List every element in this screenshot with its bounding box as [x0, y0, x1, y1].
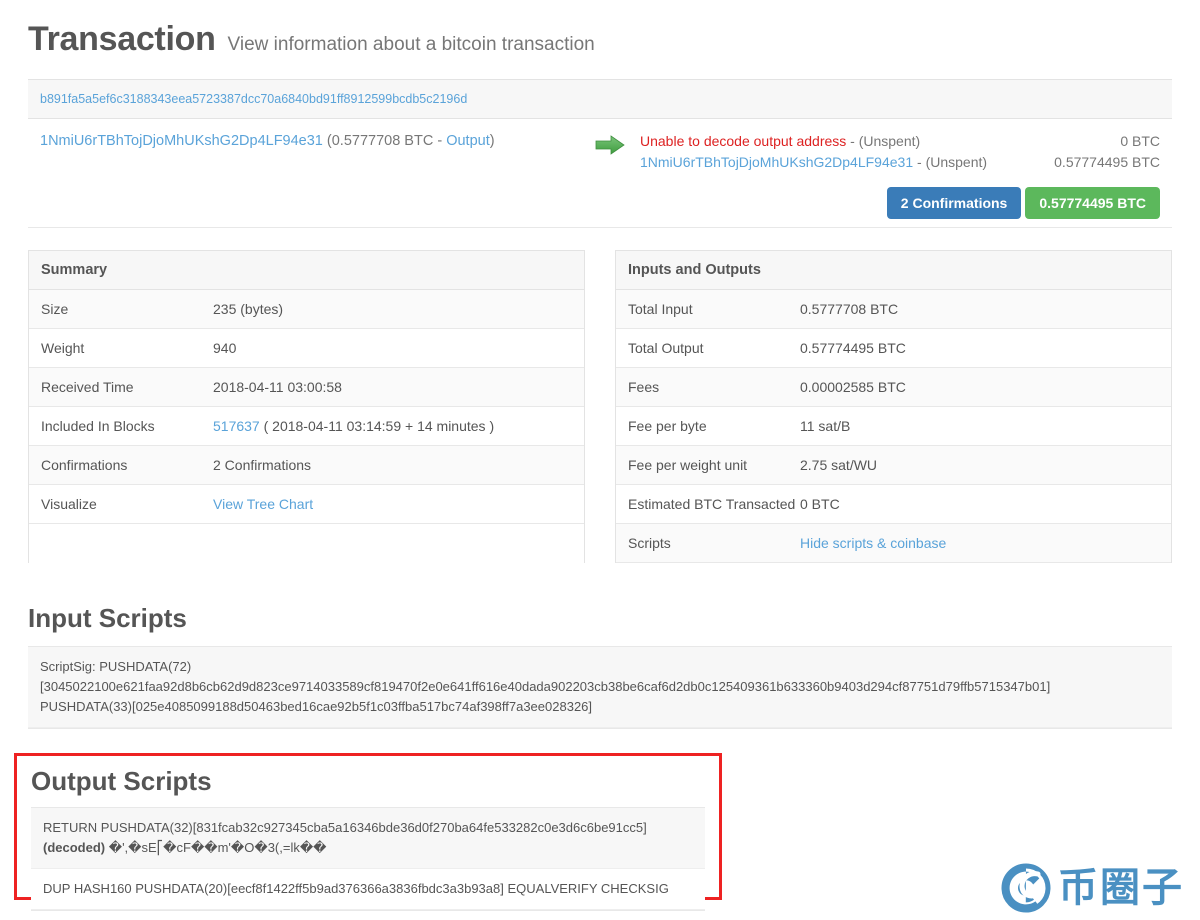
confirmations-badge[interactable]: 2 Confirmations — [886, 187, 1022, 219]
transaction-inputs: 1NmiU6rTBhTojDjoMhUKshG2Dp4LF94e31 (0.57… — [40, 131, 580, 152]
output-row: 1NmiU6rTBhTojDjoMhUKshG2Dp4LF94e31 - (Un… — [640, 152, 1160, 173]
row-key: Confirmations — [41, 457, 128, 473]
row-value: 11 sat/B — [800, 418, 851, 434]
row-value: ( 2018-04-11 03:14:59 + 14 minutes ) — [259, 418, 495, 434]
output-script-return-line: RETURN PUSHDATA(32)[831fcab32c927345cba5… — [43, 820, 647, 835]
output-amount: 0.57774495 BTC — [1054, 154, 1160, 170]
summary-table: Summary Size 235 (bytes) Weight 940 Rece… — [28, 250, 585, 563]
output-row: Unable to decode output address - (Unspe… — [640, 131, 1160, 152]
table-row: Total Output 0.57774495 BTC — [616, 329, 1171, 368]
output-scripts-box: RETURN PUSHDATA(32)[831fcab32c927345cba5… — [31, 807, 705, 911]
output-scripts-section: Output Scripts RETURN PUSHDATA(32)[831fc… — [31, 766, 705, 911]
row-key: Received Time — [41, 379, 134, 395]
scriptsig-pubkey: PUSHDATA(33)[025e4085099188d50463bed16ca… — [40, 699, 593, 714]
arrow-right-icon — [580, 131, 640, 155]
transaction-hash-link[interactable]: b891fa5a5ef6c3188343eea5723387dcc70a6840… — [40, 92, 467, 106]
input-scripts-box: ScriptSig: PUSHDATA(72) [3045022100e621f… — [28, 646, 1172, 729]
row-value: 2018-04-11 03:00:58 — [213, 379, 342, 395]
row-key: Visualize — [41, 496, 97, 512]
scriptsig-signature: [3045022100e621faa92d8b6cb62d9d823ce9714… — [40, 679, 1051, 694]
transaction-outputs: Unable to decode output address - (Unspe… — [640, 131, 1160, 219]
input-address-link[interactable]: 1NmiU6rTBhTojDjoMhUKshG2Dp4LF94e31 — [40, 133, 323, 149]
row-key: Size — [41, 301, 69, 317]
row-key: Included In Blocks — [41, 418, 155, 434]
row-key: Fee per byte — [628, 418, 707, 434]
summary-table-heading: Summary — [29, 251, 584, 290]
circle-swirl-logo-icon — [1001, 863, 1051, 913]
row-value: 0.57774495 BTC — [800, 340, 906, 356]
transaction-block: b891fa5a5ef6c3188343eea5723387dcc70a6840… — [28, 79, 1172, 228]
inputs-outputs-table-heading: Inputs and Outputs — [616, 251, 1171, 290]
table-row: Fees 0.00002585 BTC — [616, 368, 1171, 407]
watermark-text: 币圈子 — [1058, 866, 1184, 910]
row-key: Total Input — [628, 301, 693, 317]
table-row: Received Time 2018-04-11 03:00:58 — [29, 368, 584, 407]
input-output-link[interactable]: Output — [446, 133, 490, 149]
input-amount: 0.5777708 BTC — [331, 133, 434, 149]
input-script-row: ScriptSig: PUSHDATA(72) [3045022100e621f… — [28, 647, 1172, 728]
row-value: 0 BTC — [800, 496, 840, 512]
row-key: Estimated BTC Transacted — [628, 496, 796, 512]
input-detail-close: ) — [489, 133, 495, 149]
table-row: Confirmations 2 Confirmations — [29, 446, 584, 485]
row-value: 2.75 sat/WU — [800, 457, 878, 473]
table-row: Fee per weight unit 2.75 sat/WU — [616, 446, 1171, 485]
decoded-value: �',�sE⎡�cF��m'�O�3(,=lk�� — [108, 840, 327, 855]
table-row: Included In Blocks 517637 ( 2018-04-11 0… — [29, 407, 584, 446]
input-separator: - — [433, 133, 447, 149]
hide-scripts-link[interactable]: Hide scripts & coinbase — [800, 535, 946, 551]
table-row: Estimated BTC Transacted 0 BTC — [616, 485, 1171, 524]
table-row: Fee per byte 11 sat/B — [616, 407, 1171, 446]
watermark: 币圈子 — [1000, 862, 1184, 914]
output-error-label: Unable to decode output address — [640, 133, 847, 149]
amount-badge[interactable]: 0.57774495 BTC — [1025, 187, 1160, 219]
input-scripts-title: Input Scripts — [28, 603, 187, 633]
table-row: Size 235 (bytes) — [29, 290, 584, 329]
row-key: Scripts — [628, 535, 671, 551]
table-row: Scripts Hide scripts & coinbase — [616, 524, 1171, 563]
output-scripts-title: Output Scripts — [31, 766, 212, 796]
scriptsig-line: ScriptSig: PUSHDATA(72) — [40, 659, 192, 674]
row-key: Weight — [41, 340, 85, 356]
info-tables: Summary Size 235 (bytes) Weight 940 Rece… — [28, 250, 1172, 563]
decoded-label: (decoded) — [43, 840, 106, 855]
table-row: Total Input 0.5777708 BTC — [616, 290, 1171, 329]
row-key: Total Output — [628, 340, 704, 356]
row-key: Fees — [628, 379, 660, 395]
row-value: 2 Confirmations — [213, 457, 312, 473]
output-script-row: DUP HASH160 PUSHDATA(20)[eecf8f1422ff5b9… — [31, 869, 705, 910]
page-title: Transaction — [28, 20, 216, 58]
transaction-badges: 2 Confirmations 0.57774495 BTC — [640, 187, 1160, 219]
table-row: Visualize View Tree Chart — [29, 485, 584, 524]
input-scripts-section: Input Scripts ScriptSig: PUSHDATA(72) [3… — [28, 603, 1172, 729]
output-amount: 0 BTC — [1120, 133, 1160, 149]
view-tree-chart-link[interactable]: View Tree Chart — [213, 496, 313, 512]
page-subtitle: View information about a bitcoin transac… — [227, 34, 595, 55]
inputs-outputs-table: Inputs and Outputs Total Input 0.5777708… — [615, 250, 1172, 563]
output-address-link[interactable]: 1NmiU6rTBhTojDjoMhUKshG2Dp4LF94e31 — [640, 154, 913, 170]
row-value: 0.5777708 BTC — [800, 301, 899, 317]
row-value: 940 — [213, 340, 237, 356]
row-value: 235 (bytes) — [213, 301, 284, 317]
transaction-io-row: 1NmiU6rTBhTojDjoMhUKshG2Dp4LF94e31 (0.57… — [28, 119, 1172, 228]
block-height-link[interactable]: 517637 — [213, 418, 260, 434]
output-script-p2pkh-line: DUP HASH160 PUSHDATA(20)[eecf8f1422ff5b9… — [43, 881, 669, 896]
row-key: Fee per weight unit — [628, 457, 748, 473]
output-status: - (Unspent) — [846, 133, 921, 149]
output-script-row: RETURN PUSHDATA(32)[831fcab32c927345cba5… — [31, 808, 705, 869]
output-status: - (Unspent) — [913, 154, 988, 170]
input-detail-open: ( — [322, 133, 332, 149]
row-value: 0.00002585 BTC — [800, 379, 906, 395]
transaction-hash-row: b891fa5a5ef6c3188343eea5723387dcc70a6840… — [28, 80, 1172, 119]
page-header: Transaction View information about a bit… — [0, 0, 1200, 69]
transaction-page: Transaction View information about a bit… — [0, 0, 1200, 920]
output-scripts-highlight: Output Scripts RETURN PUSHDATA(32)[831fc… — [14, 753, 722, 911]
table-row: Weight 940 — [29, 329, 584, 368]
